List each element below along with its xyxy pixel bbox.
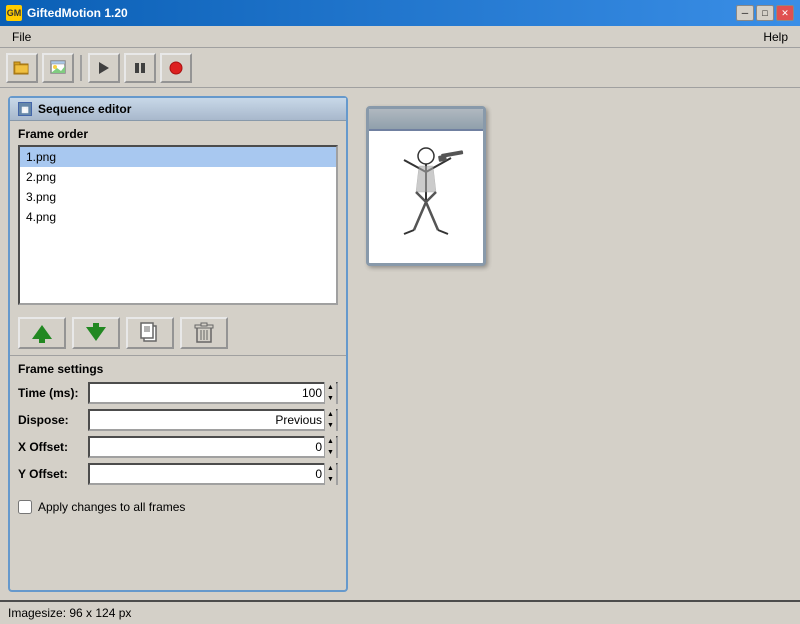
x-offset-label: X Offset: [18, 440, 88, 454]
y-offset-spin-down[interactable]: ▼ [325, 474, 336, 485]
menu-bar: File Help [0, 26, 800, 48]
y-offset-row: Y Offset: ▲ ▼ [18, 463, 338, 485]
preview-image [369, 131, 483, 263]
trash-button[interactable] [180, 317, 228, 349]
main-content: ▦ Sequence editor Frame order 1.png 2.pn… [0, 88, 800, 600]
frame-order-label: Frame order [18, 127, 338, 141]
preview-area [356, 96, 792, 592]
y-offset-spin-up[interactable]: ▲ [325, 463, 336, 474]
minimize-button[interactable]: ─ [736, 5, 754, 21]
y-offset-input-wrap: ▲ ▼ [88, 463, 338, 485]
time-spin-down[interactable]: ▼ [325, 393, 336, 404]
help-menu[interactable]: Help [755, 28, 796, 46]
trash-icon [194, 322, 214, 344]
panel-title-label: Sequence editor [38, 102, 131, 116]
frame-item-2[interactable]: 2.png [20, 167, 336, 187]
y-offset-label: Y Offset: [18, 467, 88, 481]
x-offset-row: X Offset: ▲ ▼ [18, 436, 338, 458]
frame-preview-card [366, 106, 486, 266]
time-spin: ▲ ▼ [324, 382, 336, 404]
preview-figure [386, 142, 466, 252]
record-icon [168, 60, 184, 76]
x-offset-spin-down[interactable]: ▼ [325, 447, 336, 458]
time-row: Time (ms): ▲ ▼ [18, 382, 338, 404]
play-icon [96, 60, 112, 76]
dispose-row: Dispose: ▲ ▼ [18, 409, 338, 431]
frame-list[interactable]: 1.png 2.png 3.png 4.png [18, 145, 338, 305]
frame-settings: Frame settings Time (ms): ▲ ▼ Dispose: [10, 355, 346, 496]
open-icon [13, 60, 31, 76]
dispose-spin-up[interactable]: ▲ [325, 409, 336, 420]
x-offset-input-wrap: ▲ ▼ [88, 436, 338, 458]
image-button[interactable] [42, 53, 74, 83]
time-input[interactable] [90, 386, 324, 400]
file-menu[interactable]: File [4, 28, 39, 46]
apply-changes-label[interactable]: Apply changes to all frames [38, 500, 185, 514]
copy-icon [140, 322, 160, 344]
frame-settings-label: Frame settings [18, 362, 338, 376]
down-arrow-icon [84, 321, 108, 345]
x-offset-input[interactable] [90, 440, 324, 454]
frame-item-4[interactable]: 4.png [20, 207, 336, 227]
toolbar-separator [80, 55, 82, 81]
time-label: Time (ms): [18, 386, 88, 400]
image-size-label: Imagesize: 96 x 124 px [8, 606, 131, 620]
image-icon [49, 60, 67, 76]
action-buttons [10, 311, 346, 355]
dispose-spin-down[interactable]: ▼ [325, 420, 336, 431]
y-offset-input[interactable] [90, 467, 324, 481]
pause-button[interactable] [124, 53, 156, 83]
copy-button[interactable] [126, 317, 174, 349]
move-down-button[interactable] [72, 317, 120, 349]
dispose-input[interactable] [90, 413, 324, 427]
dispose-label: Dispose: [18, 413, 88, 427]
frame-item-1[interactable]: 1.png [20, 147, 336, 167]
apply-changes-checkbox[interactable] [18, 500, 32, 514]
frame-order-section: Frame order 1.png 2.png 3.png 4.png [10, 121, 346, 311]
maximize-button[interactable]: □ [756, 5, 774, 21]
close-button[interactable]: ✕ [776, 5, 794, 21]
dispose-spin: ▲ ▼ [324, 409, 336, 431]
x-offset-spin: ▲ ▼ [324, 436, 336, 458]
panel-title: ▦ Sequence editor [10, 98, 346, 121]
open-button[interactable] [6, 53, 38, 83]
dispose-input-wrap: ▲ ▼ [88, 409, 338, 431]
app-icon: GM [6, 5, 22, 21]
y-offset-spin: ▲ ▼ [324, 463, 336, 485]
up-arrow-icon [30, 321, 54, 345]
move-up-button[interactable] [18, 317, 66, 349]
app-title: GiftedMotion 1.20 [27, 6, 736, 20]
play-button[interactable] [88, 53, 120, 83]
record-button[interactable] [160, 53, 192, 83]
apply-changes-row: Apply changes to all frames [10, 496, 346, 518]
pause-icon [132, 60, 148, 76]
time-input-wrap: ▲ ▼ [88, 382, 338, 404]
time-spin-up[interactable]: ▲ [325, 382, 336, 393]
x-offset-spin-up[interactable]: ▲ [325, 436, 336, 447]
window-controls: ─ □ ✕ [736, 5, 794, 21]
sequence-editor-panel: ▦ Sequence editor Frame order 1.png 2.pn… [8, 96, 348, 592]
frame-item-3[interactable]: 3.png [20, 187, 336, 207]
panel-icon: ▦ [18, 102, 32, 116]
status-bar: Imagesize: 96 x 124 px [0, 600, 800, 624]
toolbar [0, 48, 800, 88]
preview-header [369, 109, 483, 131]
title-bar: GM GiftedMotion 1.20 ─ □ ✕ [0, 0, 800, 26]
